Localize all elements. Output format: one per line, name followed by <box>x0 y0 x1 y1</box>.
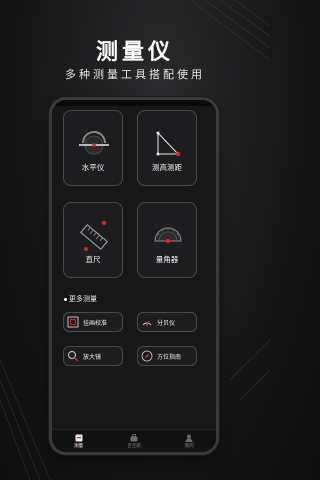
tool-tile-ruler-label: 直尺 <box>85 255 101 264</box>
compass-button[interactable]: 方位指南 <box>137 346 197 366</box>
tool-tile-level-label: 水平仪 <box>81 163 105 172</box>
protractor-icon <box>154 227 182 244</box>
decibel-icon <box>138 313 156 331</box>
magnifier-button[interactable]: 放大镜 <box>63 346 123 366</box>
phone-side-button <box>48 170 51 192</box>
tab-toolbox-label: 百宝箱 <box>127 443 141 449</box>
tab-profile-label: 我的 <box>184 443 194 449</box>
tool-tile-protractor-label: 量角器 <box>155 255 179 264</box>
phone-side-button <box>48 150 51 164</box>
level-icon <box>79 131 109 155</box>
tab-profile[interactable]: 我的 <box>185 434 194 449</box>
hero-subtitle: 多种测量工具搭配使用 <box>65 68 205 81</box>
more-heading-text: 更多测量 <box>69 295 97 303</box>
tab-measure[interactable]: 测量 <box>74 434 83 449</box>
measure-tab-icon <box>75 434 83 441</box>
app-screen: 水平仪 测高测距 直尺 量角器 更多测量 挂画校准 分贝仪 放大镜 方位指南 测… <box>52 106 216 452</box>
tool-tile-ruler[interactable]: 直尺 <box>63 202 123 278</box>
compass-label: 方位指南 <box>157 353 182 361</box>
ruler-icon <box>79 221 109 251</box>
tool-tile-height-distance[interactable]: 测高测距 <box>137 110 197 186</box>
tool-tile-height-distance-label: 测高测距 <box>152 163 182 172</box>
hero-title: 测量仪 <box>95 40 174 65</box>
magnifier-label: 放大镜 <box>83 353 102 361</box>
phone-mockup: 水平仪 测高测距 直尺 量角器 更多测量 挂画校准 分贝仪 放大镜 方位指南 测… <box>52 100 216 452</box>
profile-tab-icon <box>185 434 193 442</box>
bottom-tab-bar: 测量 百宝箱 我的 <box>52 429 216 452</box>
tab-toolbox[interactable]: 百宝箱 <box>127 433 141 449</box>
tool-tile-protractor[interactable]: 量角器 <box>137 202 197 278</box>
frame-calibration-button[interactable]: 挂画校准 <box>63 312 123 332</box>
phone-side-button <box>217 160 220 186</box>
toolbox-tab-icon <box>130 433 138 441</box>
frame-calibration-label: 挂画校准 <box>83 319 108 327</box>
compass-icon <box>138 347 156 365</box>
frame-calibration-icon <box>64 313 82 331</box>
height-distance-icon <box>156 131 181 157</box>
bullet-dot <box>64 297 67 301</box>
tab-measure-label: 测量 <box>74 443 84 449</box>
more-section-heading: 更多测量 <box>64 294 97 304</box>
decibel-button[interactable]: 分贝仪 <box>137 312 197 332</box>
magnifier-icon <box>64 347 82 365</box>
decibel-label: 分贝仪 <box>157 319 176 327</box>
tool-tile-level[interactable]: 水平仪 <box>63 110 123 186</box>
